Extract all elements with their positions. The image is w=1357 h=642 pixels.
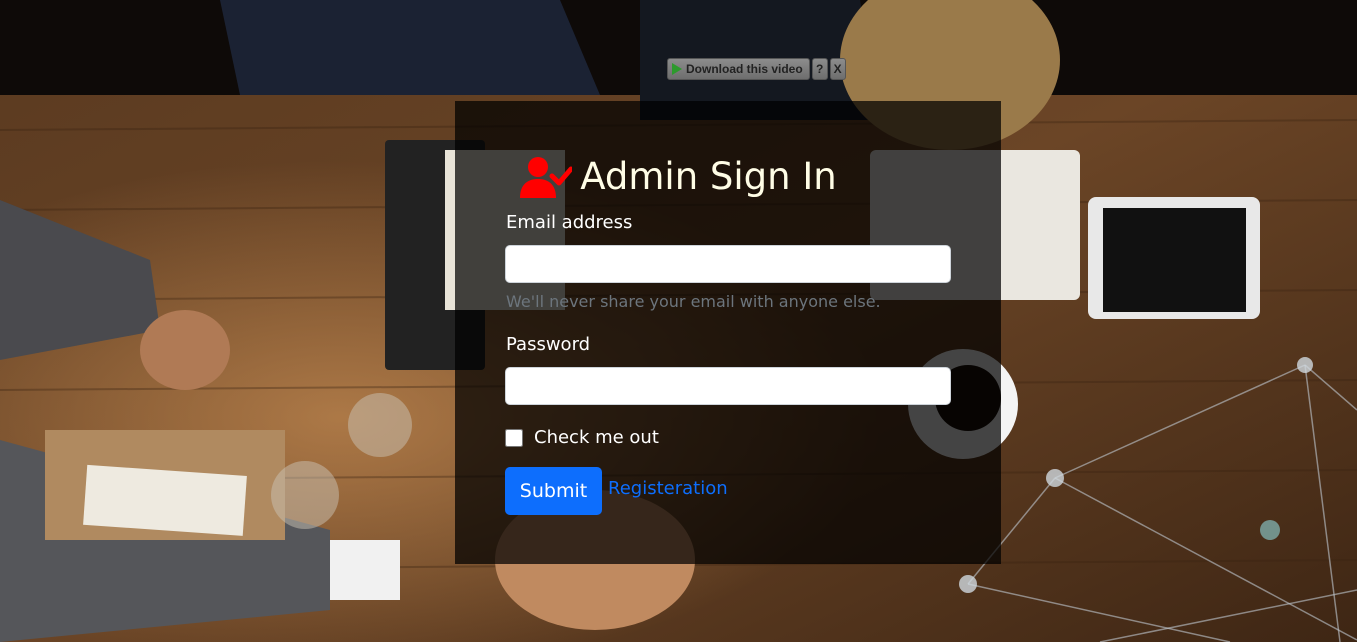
email-label: Email address xyxy=(506,212,633,233)
email-help-text: We'll never share your email with anyone… xyxy=(506,292,881,311)
play-icon xyxy=(672,63,682,75)
submit-button[interactable]: Submit xyxy=(505,467,602,515)
download-video-button[interactable]: Download this video xyxy=(667,58,810,80)
help-button[interactable]: ? xyxy=(811,58,828,80)
password-label: Password xyxy=(506,334,591,355)
download-video-label: Download this video xyxy=(686,62,803,76)
registration-link[interactable]: Registeration xyxy=(608,478,728,499)
page-title: Admin Sign In xyxy=(0,155,1357,198)
check-me-out-label[interactable]: Check me out xyxy=(534,427,659,448)
page: Download this video ? X Admin Sign In Em… xyxy=(0,0,1357,642)
download-video-bar: Download this video ? X xyxy=(667,57,846,81)
check-me-out-checkbox[interactable] xyxy=(505,428,523,447)
password-field[interactable] xyxy=(505,367,951,405)
user-check-icon xyxy=(520,156,573,198)
email-field[interactable] xyxy=(505,245,951,283)
page-title-text: Admin Sign In xyxy=(580,155,837,198)
close-button[interactable]: X xyxy=(829,58,846,80)
check-me-out-row: Check me out xyxy=(505,427,659,448)
